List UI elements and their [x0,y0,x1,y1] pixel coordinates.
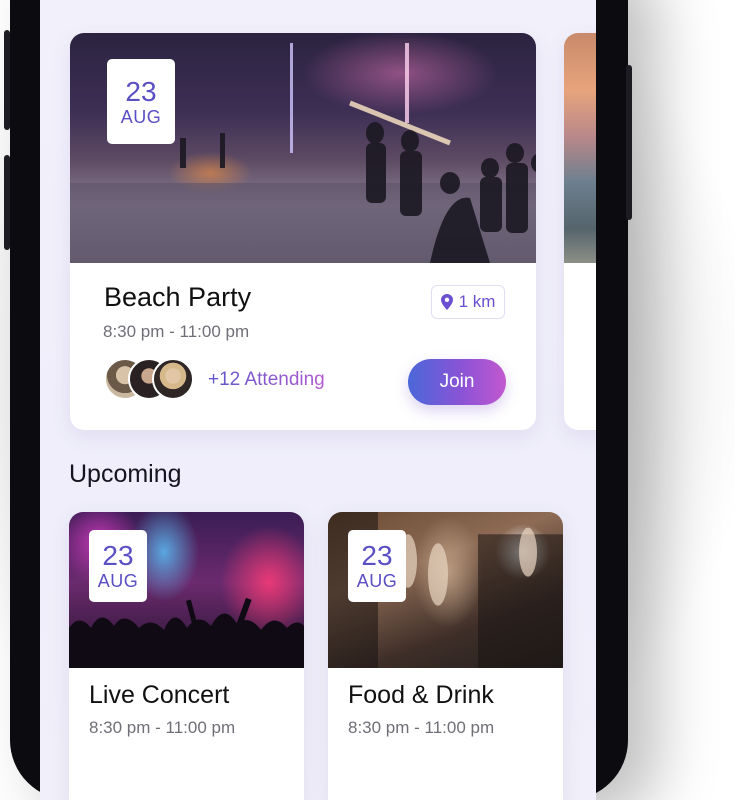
avatar [152,358,194,400]
upcoming-event-card[interactable]: 23 AUG Live Concert 8:30 pm - 11:00 pm [69,512,304,800]
next-event-card-peek[interactable] [564,33,596,430]
attending-count: +12 Attending [208,369,325,390]
event-title: Beach Party [104,282,252,312]
event-time: 8:30 pm - 11:00 pm [89,718,236,737]
join-button[interactable]: Join [408,359,506,405]
date-day: 23 [361,540,393,571]
date-badge: 23 AUG [107,59,175,144]
map-pin-icon [440,294,453,310]
phone-side-button [4,155,10,250]
date-month: AUG [120,106,162,127]
section-title-upcoming: Upcoming [69,460,182,488]
date-badge: 23 AUG [348,530,406,602]
date-day: 23 [125,75,157,107]
upcoming-event-card[interactable]: 23 AUG Food & Drink 8:30 pm - 11:00 pm [328,512,563,800]
crowd-silhouette [69,598,304,668]
date-badge: 23 AUG [89,530,147,602]
distance-label: 1 km [458,292,496,311]
event-title: Food & Drink [348,681,494,709]
event-image-peek [564,33,596,263]
event-time: 8:30 pm - 11:00 pm [348,718,495,737]
phone-power-button [626,65,632,220]
date-month: AUG [356,571,398,591]
event-time: 8:30 pm - 11:00 pm [103,322,250,341]
attendee-avatars[interactable] [104,358,204,400]
distance-badge: 1 km [431,285,505,319]
app-screen: 23 AUG Beach Party 8:30 pm - 11:00 pm 1 … [40,0,596,800]
featured-event-card[interactable]: 23 AUG Beach Party 8:30 pm - 11:00 pm 1 … [70,33,536,430]
date-month: AUG [97,571,139,591]
event-title: Live Concert [89,681,230,709]
phone-side-button [4,30,10,130]
date-day: 23 [102,540,134,571]
